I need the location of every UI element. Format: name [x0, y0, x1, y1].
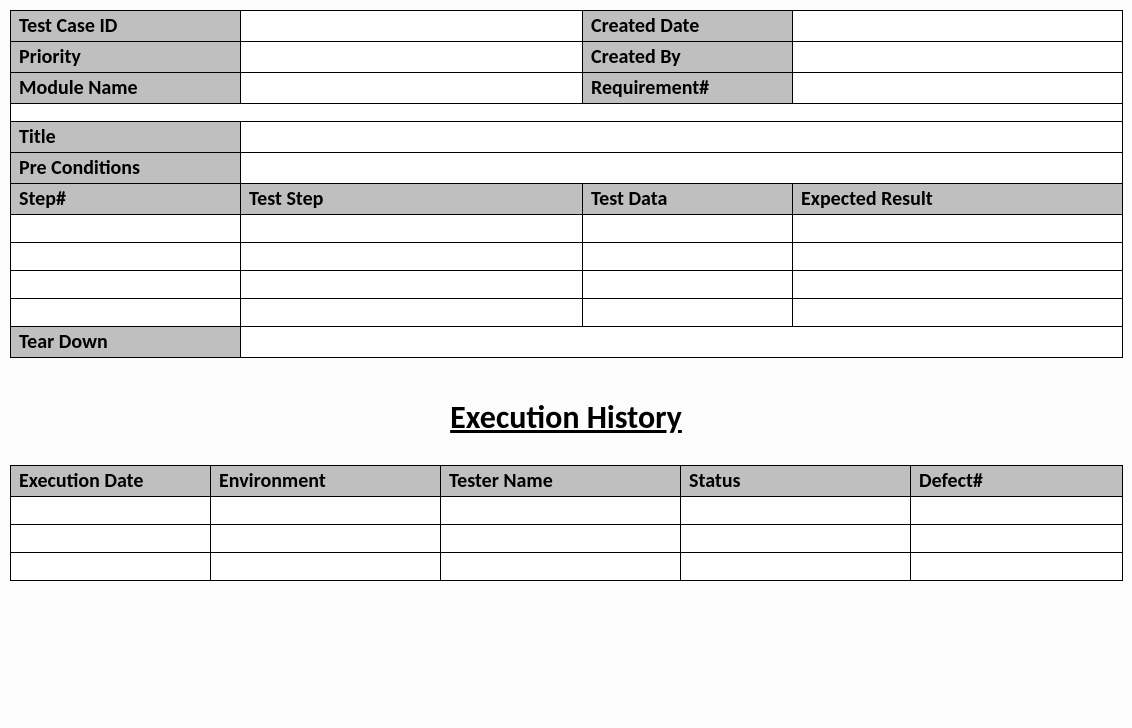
defect-cell[interactable] — [911, 497, 1123, 525]
test-data-header: Test Data — [583, 184, 793, 215]
teardown-label: Tear Down — [11, 327, 241, 358]
tester-cell[interactable] — [441, 553, 681, 581]
execution-history-table: Execution Date Environment Tester Name S… — [10, 465, 1123, 581]
requirement-label: Requirement# — [583, 73, 793, 104]
tester-cell[interactable] — [441, 525, 681, 553]
tester-cell[interactable] — [441, 497, 681, 525]
test-step-header: Test Step — [241, 184, 583, 215]
requirement-value[interactable] — [793, 73, 1123, 104]
exec-date-cell[interactable] — [11, 553, 211, 581]
expected-cell[interactable] — [793, 243, 1123, 271]
step-num-cell[interactable] — [11, 299, 241, 327]
step-num-cell[interactable] — [11, 215, 241, 243]
table-row — [11, 553, 1123, 581]
preconditions-label: Pre Conditions — [11, 153, 241, 184]
table-row — [11, 271, 1123, 299]
created-date-label: Created Date — [583, 11, 793, 42]
table-row — [11, 215, 1123, 243]
test-step-cell[interactable] — [241, 271, 583, 299]
module-name-label: Module Name — [11, 73, 241, 104]
test-data-cell[interactable] — [583, 299, 793, 327]
expected-cell[interactable] — [793, 215, 1123, 243]
title-label: Title — [11, 122, 241, 153]
step-num-header: Step# — [11, 184, 241, 215]
exec-date-header: Execution Date — [11, 466, 211, 497]
exec-date-cell[interactable] — [11, 525, 211, 553]
environment-header: Environment — [211, 466, 441, 497]
table-row — [11, 299, 1123, 327]
created-date-value[interactable] — [793, 11, 1123, 42]
test-data-cell[interactable] — [583, 215, 793, 243]
tester-header: Tester Name — [441, 466, 681, 497]
defect-cell[interactable] — [911, 553, 1123, 581]
test-data-cell[interactable] — [583, 271, 793, 299]
execution-history-title: Execution History — [10, 398, 1122, 437]
expected-cell[interactable] — [793, 299, 1123, 327]
status-cell[interactable] — [681, 553, 911, 581]
priority-value[interactable] — [241, 42, 583, 73]
test-step-cell[interactable] — [241, 215, 583, 243]
created-by-label: Created By — [583, 42, 793, 73]
table-row — [11, 525, 1123, 553]
spacer-row — [11, 104, 1123, 122]
table-row — [11, 497, 1123, 525]
status-header: Status — [681, 466, 911, 497]
test-case-id-label: Test Case ID — [11, 11, 241, 42]
environment-cell[interactable] — [211, 497, 441, 525]
defect-cell[interactable] — [911, 525, 1123, 553]
test-data-cell[interactable] — [583, 243, 793, 271]
table-row — [11, 243, 1123, 271]
step-num-cell[interactable] — [11, 243, 241, 271]
created-by-value[interactable] — [793, 42, 1123, 73]
step-num-cell[interactable] — [11, 271, 241, 299]
test-case-id-value[interactable] — [241, 11, 583, 42]
status-cell[interactable] — [681, 525, 911, 553]
environment-cell[interactable] — [211, 525, 441, 553]
defect-header: Defect# — [911, 466, 1123, 497]
priority-label: Priority — [11, 42, 241, 73]
test-case-table: Test Case ID Created Date Priority Creat… — [10, 10, 1123, 358]
environment-cell[interactable] — [211, 553, 441, 581]
status-cell[interactable] — [681, 497, 911, 525]
teardown-value[interactable] — [241, 327, 1123, 358]
test-step-cell[interactable] — [241, 243, 583, 271]
expected-header: Expected Result — [793, 184, 1123, 215]
preconditions-value[interactable] — [241, 153, 1123, 184]
test-step-cell[interactable] — [241, 299, 583, 327]
expected-cell[interactable] — [793, 271, 1123, 299]
title-value[interactable] — [241, 122, 1123, 153]
module-name-value[interactable] — [241, 73, 583, 104]
exec-date-cell[interactable] — [11, 497, 211, 525]
